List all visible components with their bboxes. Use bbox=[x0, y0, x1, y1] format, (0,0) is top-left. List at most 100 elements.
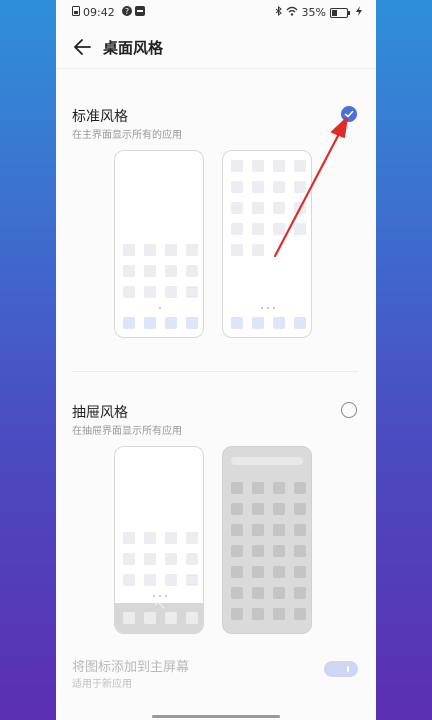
app-icon-placeholder bbox=[294, 503, 306, 515]
app-icon-placeholder bbox=[231, 587, 243, 599]
app-icon-placeholder bbox=[186, 532, 198, 544]
wifi-icon bbox=[286, 6, 298, 19]
app-icon-placeholder bbox=[123, 532, 135, 544]
notification-icon bbox=[134, 6, 145, 19]
drawer-preview-home[interactable] bbox=[114, 446, 204, 634]
app-icon-placeholder bbox=[294, 524, 306, 536]
app-icon-placeholder bbox=[123, 265, 135, 277]
status-time: 09:42 bbox=[83, 6, 115, 19]
app-icon-placeholder bbox=[252, 181, 264, 193]
dock-icon-placeholder bbox=[144, 317, 156, 329]
header: 桌面风格 bbox=[56, 30, 376, 64]
page-indicator-dot bbox=[159, 307, 161, 309]
app-icon-placeholder bbox=[252, 482, 264, 494]
page-indicator-dot bbox=[153, 595, 155, 597]
app-icon-placeholder bbox=[294, 202, 306, 214]
app-icon-placeholder bbox=[186, 553, 198, 565]
toggle-knob bbox=[347, 666, 349, 672]
app-icon-placeholder bbox=[165, 244, 177, 256]
app-icon-placeholder bbox=[231, 223, 243, 235]
app-icon-placeholder bbox=[294, 482, 306, 494]
app-icon-placeholder bbox=[252, 223, 264, 235]
app-icon-placeholder bbox=[273, 545, 285, 557]
app-icon-placeholder bbox=[123, 244, 135, 256]
bluetooth-icon bbox=[275, 5, 282, 19]
dock-icon-placeholder bbox=[186, 612, 198, 624]
page-indicator-dot bbox=[273, 307, 275, 309]
app-icon-placeholder bbox=[252, 566, 264, 578]
app-icon-placeholder bbox=[123, 553, 135, 565]
app-icon-placeholder bbox=[231, 181, 243, 193]
app-icon-placeholder bbox=[186, 244, 198, 256]
sim-icon bbox=[72, 6, 80, 19]
app-icon-placeholder bbox=[165, 553, 177, 565]
battery-icon bbox=[330, 7, 350, 18]
option-drawer-radio[interactable] bbox=[341, 402, 357, 418]
back-arrow-icon bbox=[74, 39, 91, 55]
svg-text:?: ? bbox=[125, 7, 129, 16]
app-icon-placeholder bbox=[144, 286, 156, 298]
app-icon-placeholder bbox=[273, 202, 285, 214]
app-icon-placeholder bbox=[252, 545, 264, 557]
drawer-dock-area bbox=[115, 601, 203, 633]
drawer-handle-icon bbox=[154, 601, 165, 612]
app-icon-placeholder bbox=[231, 160, 243, 172]
header-divider bbox=[56, 68, 376, 69]
app-icon-placeholder bbox=[273, 482, 285, 494]
option-standard-subtitle: 在主界面显示所有的应用 bbox=[72, 130, 182, 141]
app-icon-placeholder bbox=[252, 503, 264, 515]
charging-icon bbox=[356, 6, 362, 19]
app-icon-placeholder bbox=[144, 532, 156, 544]
page-indicator-dot bbox=[261, 307, 263, 309]
app-icon-placeholder bbox=[186, 574, 198, 586]
drawer-preview-drawer[interactable] bbox=[222, 446, 312, 634]
app-icon-placeholder bbox=[165, 574, 177, 586]
app-icon-placeholder bbox=[123, 286, 135, 298]
app-icon-placeholder bbox=[231, 524, 243, 536]
status-bar: 09:42 ? 35% bbox=[56, 0, 376, 26]
dock-icon-placeholder bbox=[294, 317, 306, 329]
app-icon-placeholder bbox=[165, 532, 177, 544]
add-icon-to-home-toggle[interactable] bbox=[324, 661, 358, 677]
standard-preview-apps[interactable] bbox=[222, 150, 312, 338]
app-icon-placeholder bbox=[186, 265, 198, 277]
dock-icon-placeholder bbox=[123, 612, 135, 624]
app-icon-placeholder bbox=[294, 160, 306, 172]
home-indicator bbox=[152, 715, 280, 718]
option-drawer-title[interactable]: 抽屉风格 bbox=[72, 402, 128, 422]
app-icon-placeholder bbox=[294, 181, 306, 193]
drawer-search-bar bbox=[231, 457, 303, 465]
app-icon-placeholder bbox=[231, 566, 243, 578]
option-standard-radio[interactable] bbox=[341, 106, 357, 122]
app-icon-placeholder bbox=[231, 545, 243, 557]
app-icon-placeholder bbox=[231, 482, 243, 494]
option-standard-title[interactable]: 标准风格 bbox=[72, 106, 128, 126]
app-icon-placeholder bbox=[294, 587, 306, 599]
app-icon-placeholder bbox=[231, 503, 243, 515]
app-icon-placeholder bbox=[273, 503, 285, 515]
app-icon-placeholder bbox=[273, 587, 285, 599]
app-icon-placeholder bbox=[231, 244, 243, 256]
app-icon-placeholder bbox=[252, 202, 264, 214]
add-icon-to-home-subtitle: 适用于新应用 bbox=[72, 679, 132, 690]
app-icon-placeholder bbox=[123, 574, 135, 586]
standard-preview-home[interactable] bbox=[114, 150, 204, 338]
checkmark-icon bbox=[344, 110, 354, 118]
app-icon-placeholder bbox=[144, 574, 156, 586]
app-icon-placeholder bbox=[294, 545, 306, 557]
app-icon-placeholder bbox=[273, 524, 285, 536]
app-icon-placeholder bbox=[273, 223, 285, 235]
dock-icon-placeholder bbox=[273, 317, 285, 329]
app-icon-placeholder bbox=[294, 566, 306, 578]
app-icon-placeholder bbox=[165, 286, 177, 298]
app-icon-placeholder bbox=[252, 608, 264, 620]
back-button[interactable] bbox=[70, 34, 96, 60]
app-icon-placeholder bbox=[294, 223, 306, 235]
app-icon-placeholder bbox=[252, 524, 264, 536]
page-indicator-dot bbox=[165, 595, 167, 597]
app-icon-placeholder bbox=[273, 181, 285, 193]
dock-icon-placeholder bbox=[186, 317, 198, 329]
dock-icon-placeholder bbox=[123, 317, 135, 329]
dock-icon-placeholder bbox=[165, 612, 177, 624]
add-icon-to-home-label: 将图标添加到主屏幕 bbox=[72, 660, 190, 675]
